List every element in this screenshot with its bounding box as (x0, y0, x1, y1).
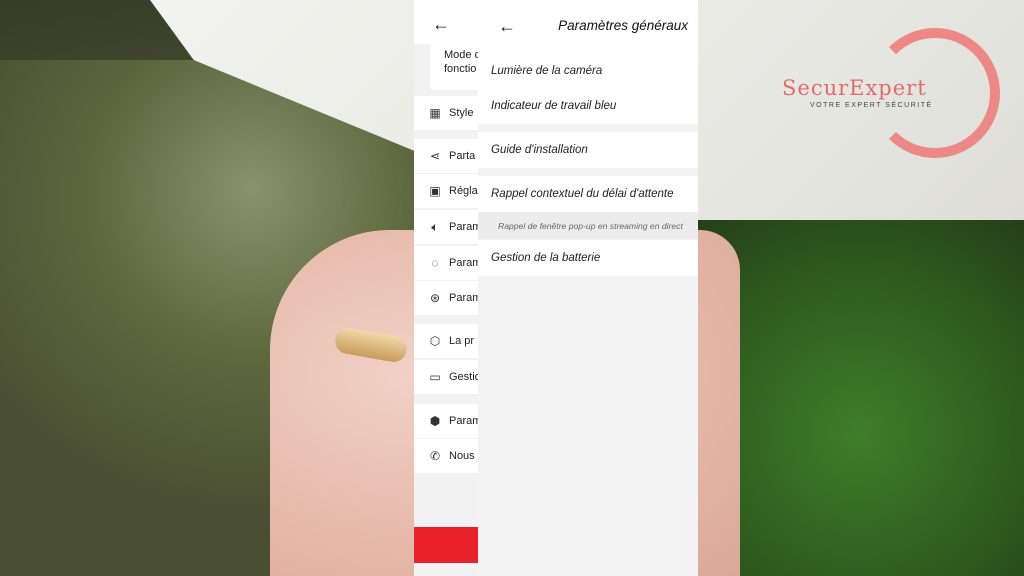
grass-area (694, 220, 1024, 576)
menu-item-label: Régla (449, 185, 478, 197)
red-action-button[interactable] (414, 527, 478, 563)
menu-item-share[interactable]: ⋖ Parta (414, 139, 484, 173)
menu-item-style[interactable]: ▦ Style (414, 96, 484, 130)
row-popup-reminder[interactable]: Rappel contextuel du délai d'attente (478, 176, 698, 212)
camera-settings-icon: ⊛ (429, 291, 441, 305)
row-label: Guide d'installation (491, 144, 588, 156)
menu-item-label: Param (449, 221, 479, 233)
hexagon-icon: ⬢ (429, 414, 441, 428)
row-popup-reminder-description: Rappel de fenêtre pop-up en streaming en… (478, 212, 698, 239)
video-icon: ▭ (429, 370, 441, 384)
menu-item-label: Style (449, 107, 474, 119)
menu-item-advanced[interactable]: ⬢ Param (414, 404, 484, 438)
image-icon: ▣ (429, 184, 441, 198)
row-blue-indicator[interactable]: Indicateur de travail bleu (478, 88, 698, 124)
share-icon: ⋖ (429, 149, 441, 163)
menu-item-sound[interactable]: 🔈︎ Param (414, 210, 484, 244)
menu-item-label: Param (449, 257, 479, 269)
row-label: Indicateur de travail bleu (491, 100, 617, 112)
menu-item-camera[interactable]: ⊛ Param (414, 281, 484, 315)
page-title: Paramètres généraux (558, 18, 688, 33)
menu-item-label: Param (449, 415, 479, 427)
row-install-guide[interactable]: Guide d'installation (478, 132, 698, 168)
phone-icon: ✆ (429, 449, 441, 463)
logo-text: SecurExpert (782, 76, 927, 100)
shield-icon: ⬡ (429, 334, 441, 348)
menu-item-video[interactable]: ▭ Gestic (414, 360, 484, 394)
menu-item-image[interactable]: ▣ Régla (414, 174, 484, 208)
row-description: Rappel de fenêtre pop-up en streaming en… (498, 220, 683, 231)
menu-item-contact[interactable]: ✆ Nous (414, 439, 484, 473)
menu-item-label: La pr (449, 335, 475, 347)
menu-item-label: Gestic (449, 371, 479, 383)
speaker-icon: 🔈︎ (431, 220, 439, 234)
menu-item-label: Param (449, 292, 479, 304)
back-arrow-icon[interactable]: ← (498, 16, 516, 37)
logo-tagline: VOTRE EXPERT SÉCURITÉ (810, 102, 933, 109)
general-settings-screen: ← Paramètres généraux Lumière de la camé… (478, 0, 698, 576)
row-label: Lumière de la caméra (491, 65, 603, 77)
bulb-icon: ◌ (431, 256, 439, 270)
header: ← Paramètres généraux (478, 0, 698, 54)
menu-item-label: Parta (449, 150, 476, 162)
menu-item-light[interactable]: ◌ Param (414, 246, 484, 280)
phone-screen: ← Mode d fonctio ▦ Style ⋖ Parta ▣ Régla… (414, 0, 698, 576)
menu-item-label: Nous (449, 450, 475, 462)
row-battery[interactable]: Gestion de la batterie (478, 240, 698, 276)
grid-icon: ▦ (429, 106, 441, 120)
row-label: Gestion de la batterie (491, 252, 601, 264)
row-label: Rappel contextuel du délai d'attente (491, 188, 674, 200)
row-camera-light[interactable]: Lumière de la caméra (478, 54, 698, 88)
menu-item-privacy[interactable]: ⬡ La pr (414, 324, 484, 358)
brand-logo: SecurExpert VOTRE EXPERT SÉCURITÉ (782, 28, 1000, 158)
back-arrow-icon[interactable]: ← (432, 14, 450, 35)
